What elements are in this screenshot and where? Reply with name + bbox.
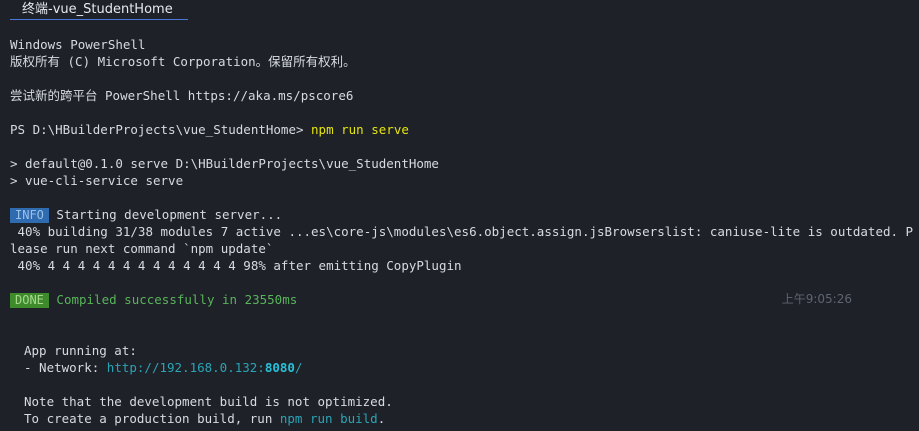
note-line-2-post: . [377,411,386,426]
copyright-line: 版权所有 (C) Microsoft Corporation。保留所有权利。 [10,54,356,69]
prompt-command: npm run serve [311,122,409,137]
prompt-line: PS D:\HBuilderProjects\vue_StudentHome> … [10,121,910,138]
network-url-base: http://192.168.0.132: [106,360,265,375]
done-text: Compiled successfully in 23550ms [48,292,298,307]
note-line-2-pre: To create a production build, run [24,411,280,426]
script-line-2: > vue-cli-service serve [10,173,184,188]
network-line: - Network: http://192.168.0.132:8080/ [10,359,910,376]
terminal-output[interactable]: Windows PowerShell 版权所有 (C) Microsoft Co… [10,36,914,427]
build-line-1: 40% building 31/38 modules 7 active ...e… [10,224,914,239]
tab-title: 终端-vue_StudentHome [22,2,173,17]
try-new-line: 尝试新的跨平台 PowerShell https://aka.ms/pscore… [10,88,354,103]
build-command: npm run build [279,411,378,426]
build-line-3: 40% 4 4 4 4 4 4 4 4 4 4 4 4 4 98% after … [10,258,462,273]
network-label: - Network: [24,360,107,375]
network-url[interactable]: http://192.168.0.132:8080/ [107,360,303,375]
network-url-tail: / [294,360,303,375]
tab-bar: 终端-vue_StudentHome [0,0,919,24]
network-url-port: 8080 [264,360,295,375]
done-badge: DONE [10,293,49,308]
app-running-line: App running at: [24,343,137,358]
script-line-1: > default@0.1.0 serve D:\HBuilderProject… [10,156,439,171]
note-line-2: To create a production build, run npm ru… [10,410,910,427]
info-line: INFO Starting development server... [10,206,910,223]
prompt-path: PS D:\HBuilderProjects\vue_StudentHome> [10,122,312,137]
build-line-2: lease run next command `npm update` [10,241,274,256]
timestamp: 上午9:05:26 [781,292,852,306]
note-line-1: Note that the development build is not o… [24,394,393,409]
ps-title-line: Windows PowerShell [10,37,146,52]
done-line: DONE Compiled successfully in 23550ms 上午9… [10,291,910,308]
info-text: Starting development server... [48,207,283,222]
info-badge: INFO [10,208,49,223]
tab-terminal-vue-studenthome[interactable]: 终端-vue_StudentHome [10,0,188,20]
